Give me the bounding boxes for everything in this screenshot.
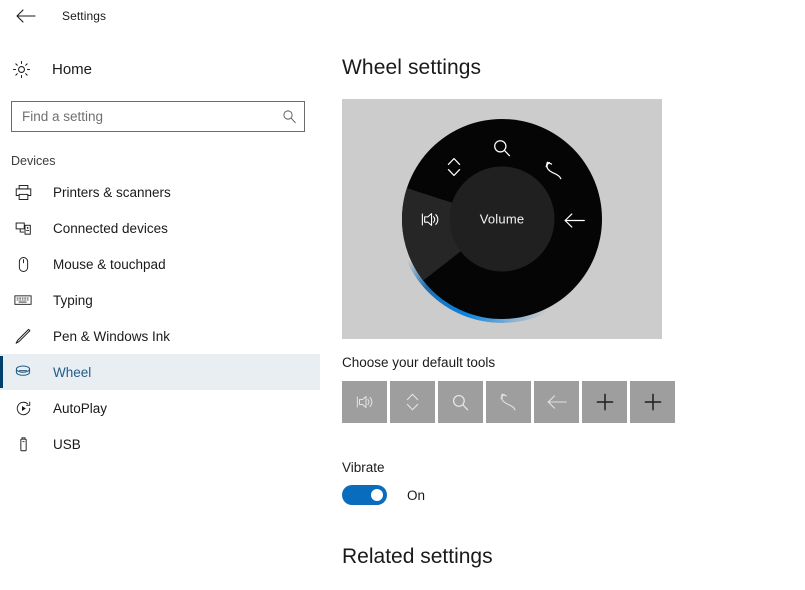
sidebar-item-usb[interactable]: USB bbox=[0, 426, 320, 462]
sidebar-item-typing[interactable]: Typing bbox=[0, 282, 320, 318]
sidebar-item-wheel[interactable]: Wheel bbox=[0, 354, 320, 390]
vibrate-toggle-row: On bbox=[342, 485, 805, 505]
sidebar-item-label: USB bbox=[53, 436, 81, 452]
tool-tile-undo[interactable] bbox=[486, 381, 531, 423]
sidebar-item-pen-windows-ink[interactable]: Pen & Windows Ink bbox=[0, 318, 320, 354]
plus-icon bbox=[596, 393, 613, 411]
keyboard-icon bbox=[11, 289, 35, 311]
window-title: Settings bbox=[62, 9, 107, 23]
volume-icon bbox=[356, 395, 372, 409]
gear-icon bbox=[12, 60, 38, 79]
tool-tile-back[interactable] bbox=[534, 381, 579, 423]
tool-tile-zoom[interactable] bbox=[438, 381, 483, 423]
vibrate-label: Vibrate bbox=[342, 460, 385, 475]
sidebar-item-label: Wheel bbox=[53, 364, 92, 380]
plus-icon bbox=[644, 393, 661, 411]
sidebar: Home Devices Printers & scanners bbox=[0, 40, 320, 590]
sidebar-home-label: Home bbox=[52, 60, 93, 78]
sidebar-item-label: Pen & Windows Ink bbox=[53, 328, 171, 344]
back-arrow-icon bbox=[547, 395, 567, 409]
sidebar-item-autoplay[interactable]: AutoPlay bbox=[0, 390, 320, 426]
search-icon bbox=[452, 394, 469, 410]
tool-tile-add-2[interactable] bbox=[630, 381, 675, 423]
sidebar-item-label: Typing bbox=[53, 292, 93, 308]
wheel-preview-panel: Volume bbox=[342, 99, 662, 339]
search-input[interactable] bbox=[12, 102, 304, 131]
sidebar-item-connected-devices[interactable]: Connected devices bbox=[0, 210, 320, 246]
vibrate-state-label: On bbox=[407, 487, 426, 503]
tool-tile-scroll[interactable] bbox=[390, 381, 435, 423]
tool-tile-volume[interactable] bbox=[342, 381, 387, 423]
sidebar-item-home[interactable]: Home bbox=[0, 50, 320, 88]
title-bar: Settings bbox=[0, 0, 805, 32]
scroll-updown-icon bbox=[406, 393, 419, 411]
undo-icon bbox=[500, 393, 516, 411]
wheel-slot-back[interactable] bbox=[561, 207, 587, 233]
sidebar-item-label: AutoPlay bbox=[53, 400, 108, 416]
vibrate-toggle[interactable] bbox=[342, 485, 387, 505]
sidebar-item-printers-scanners[interactable]: Printers & scanners bbox=[0, 174, 320, 210]
wheel-slot-scroll[interactable] bbox=[441, 154, 467, 180]
sidebar-item-label: Mouse & touchpad bbox=[53, 256, 166, 272]
back-button[interactable] bbox=[6, 1, 46, 31]
search-box[interactable] bbox=[11, 101, 305, 132]
default-tools-row bbox=[342, 381, 805, 423]
main-content: Wheel settings Volume Choose your defaul… bbox=[342, 40, 805, 590]
usb-icon bbox=[11, 433, 35, 455]
sidebar-item-label: Printers & scanners bbox=[53, 184, 171, 200]
sidebar-group-label: Devices bbox=[11, 154, 56, 168]
back-arrow-icon bbox=[16, 9, 36, 23]
default-tools-label: Choose your default tools bbox=[342, 355, 496, 370]
wheel-icon bbox=[11, 361, 35, 383]
wheel-slot-undo[interactable] bbox=[541, 157, 567, 183]
page-title: Wheel settings bbox=[342, 56, 482, 79]
wheel-slot-volume[interactable] bbox=[417, 206, 443, 232]
wheel-center-label: Volume bbox=[479, 211, 525, 227]
mouse-icon bbox=[11, 253, 35, 275]
related-settings-title: Related settings bbox=[342, 545, 493, 568]
printer-icon bbox=[11, 181, 35, 203]
connected-devices-icon bbox=[11, 217, 35, 239]
autoplay-icon bbox=[11, 397, 35, 419]
wheel-center-hub[interactable]: Volume bbox=[449, 166, 555, 272]
sidebar-item-label: Connected devices bbox=[53, 220, 168, 236]
pen-icon bbox=[11, 325, 35, 347]
wheel-graphic: Volume bbox=[398, 115, 606, 323]
sidebar-item-mouse-touchpad[interactable]: Mouse & touchpad bbox=[0, 246, 320, 282]
settings-window: Settings Home Devices bbox=[0, 0, 805, 590]
search-icon[interactable] bbox=[280, 108, 298, 126]
tool-tile-add-1[interactable] bbox=[582, 381, 627, 423]
wheel-slot-zoom[interactable] bbox=[489, 135, 515, 161]
toggle-knob bbox=[371, 489, 383, 501]
